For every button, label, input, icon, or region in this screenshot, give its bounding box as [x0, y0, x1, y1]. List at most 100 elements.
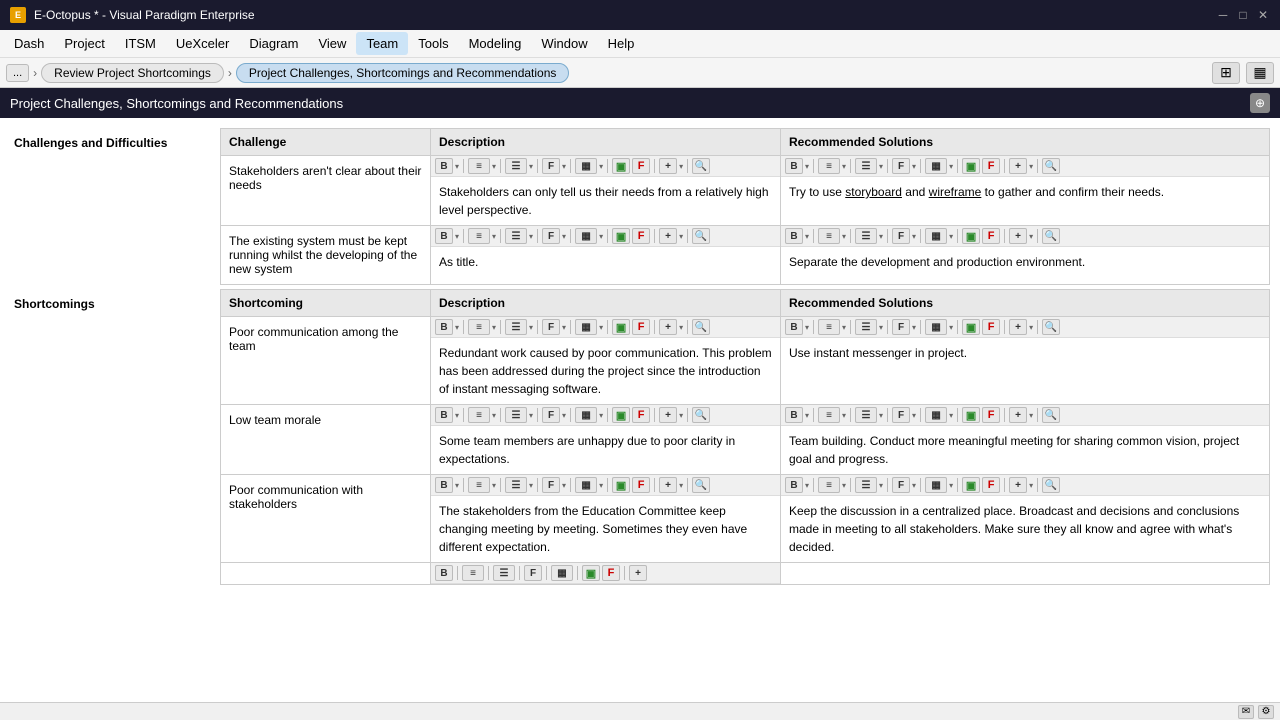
sa1[interactable]: ≡ — [468, 319, 490, 335]
sf4[interactable]: F — [524, 565, 542, 581]
srs1[interactable]: 🔍 — [1042, 319, 1060, 335]
sf3[interactable]: F — [542, 477, 560, 493]
menu-itsm[interactable]: ITSM — [115, 32, 166, 55]
list-btn-r2[interactable]: ☰ — [855, 228, 877, 244]
format-red-button[interactable]: F — [632, 158, 650, 174]
desc-content-2[interactable]: As title. — [431, 247, 780, 277]
sp4[interactable]: + — [629, 565, 647, 581]
sg4[interactable]: ▣ — [582, 565, 600, 581]
format-red-btn[interactable]: F — [632, 228, 650, 244]
sfr2[interactable]: F — [632, 407, 650, 423]
sp1[interactable]: + — [659, 319, 677, 335]
st4[interactable]: ▦ — [551, 565, 573, 581]
srfr2[interactable]: F — [982, 407, 1000, 423]
srp3[interactable]: + — [1009, 477, 1027, 493]
ss3[interactable]: 🔍 — [692, 477, 710, 493]
list-btn[interactable]: ☰ — [505, 228, 527, 244]
sfr3[interactable]: F — [632, 477, 650, 493]
srl3[interactable]: ☰ — [855, 477, 877, 493]
sp3[interactable]: + — [659, 477, 677, 493]
srl1[interactable]: ☰ — [855, 319, 877, 335]
ss1[interactable]: 🔍 — [692, 319, 710, 335]
settings-icon[interactable]: ⚙ — [1258, 705, 1274, 719]
bold-button-r[interactable]: B — [785, 158, 803, 174]
mail-icon[interactable]: ✉ — [1238, 705, 1254, 719]
sl2[interactable]: ☰ — [505, 407, 527, 423]
sf1[interactable]: F — [542, 319, 560, 335]
table-button-r[interactable]: ▦ — [925, 158, 947, 174]
format-red-btn-r2[interactable]: F — [982, 228, 1000, 244]
bold-button[interactable]: B — [435, 158, 453, 174]
font-button-r[interactable]: F — [892, 158, 910, 174]
srf3[interactable]: F — [892, 477, 910, 493]
menu-project[interactable]: Project — [54, 32, 114, 55]
sb1[interactable]: B — [435, 319, 453, 335]
font-btn-r2[interactable]: F — [892, 228, 910, 244]
breadcrumb-icon-grid[interactable]: ⊞ — [1212, 62, 1240, 84]
sb2[interactable]: B — [435, 407, 453, 423]
add-green-btn-r2[interactable]: ▣ — [962, 228, 980, 244]
align-button[interactable]: ≡ — [468, 158, 490, 174]
minimize-button[interactable]: ─ — [1216, 8, 1230, 22]
table-btn-r2[interactable]: ▦ — [925, 228, 947, 244]
sg3[interactable]: ▣ — [612, 477, 630, 493]
sb4[interactable]: B — [435, 565, 453, 581]
rec-content-1[interactable]: Try to use storyboard and wireframe to g… — [781, 177, 1269, 207]
search-button[interactable]: 🔍 — [692, 158, 710, 174]
search-btn-r2[interactable]: 🔍 — [1042, 228, 1060, 244]
breadcrumb-item-2[interactable]: Project Challenges, Shortcomings and Rec… — [236, 63, 570, 83]
sl1[interactable]: ☰ — [505, 319, 527, 335]
menu-modeling[interactable]: Modeling — [459, 32, 532, 55]
srf2[interactable]: F — [892, 407, 910, 423]
sb3[interactable]: B — [435, 477, 453, 493]
sra1[interactable]: ≡ — [818, 319, 840, 335]
srec-content-2[interactable]: Team building. Conduct more meaningful m… — [781, 426, 1269, 474]
menu-dash[interactable]: Dash — [4, 32, 54, 55]
sdesc-content-2[interactable]: Some team members are unhappy due to poo… — [431, 426, 780, 474]
menu-team[interactable]: Team — [356, 32, 408, 55]
search-button-r[interactable]: 🔍 — [1042, 158, 1060, 174]
srs3[interactable]: 🔍 — [1042, 477, 1060, 493]
menu-window[interactable]: Window — [531, 32, 597, 55]
srfr1[interactable]: F — [982, 319, 1000, 335]
maximize-button[interactable]: □ — [1236, 8, 1250, 22]
menu-help[interactable]: Help — [598, 32, 645, 55]
srf1[interactable]: F — [892, 319, 910, 335]
menu-view[interactable]: View — [308, 32, 356, 55]
add-green-button-r[interactable]: ▣ — [962, 158, 980, 174]
table-button[interactable]: ▦ — [575, 158, 597, 174]
sfr1[interactable]: F — [632, 319, 650, 335]
font-button[interactable]: F — [542, 158, 560, 174]
sf2[interactable]: F — [542, 407, 560, 423]
format-red-button-r[interactable]: F — [982, 158, 1000, 174]
plus-button-r[interactable]: + — [1009, 158, 1027, 174]
menu-tools[interactable]: Tools — [408, 32, 458, 55]
search-btn[interactable]: 🔍 — [692, 228, 710, 244]
srg1[interactable]: ▣ — [962, 319, 980, 335]
breadcrumb-icon-list[interactable]: ▦ — [1246, 62, 1274, 84]
plus-btn[interactable]: + — [659, 228, 677, 244]
desc-content-1[interactable]: Stakeholders can only tell us their need… — [431, 177, 780, 225]
srl2[interactable]: ☰ — [855, 407, 877, 423]
sra2[interactable]: ≡ — [818, 407, 840, 423]
rec-content-2[interactable]: Separate the development and production … — [781, 247, 1269, 277]
menu-diagram[interactable]: Diagram — [239, 32, 308, 55]
sl4[interactable]: ☰ — [493, 565, 515, 581]
add-green-btn[interactable]: ▣ — [612, 228, 630, 244]
sp2[interactable]: + — [659, 407, 677, 423]
srb3[interactable]: B — [785, 477, 803, 493]
sa3[interactable]: ≡ — [468, 477, 490, 493]
srt1[interactable]: ▦ — [925, 319, 947, 335]
srb2[interactable]: B — [785, 407, 803, 423]
srt3[interactable]: ▦ — [925, 477, 947, 493]
st2[interactable]: ▦ — [575, 407, 597, 423]
sl3[interactable]: ☰ — [505, 477, 527, 493]
plus-button[interactable]: + — [659, 158, 677, 174]
sa2[interactable]: ≡ — [468, 407, 490, 423]
st3[interactable]: ▦ — [575, 477, 597, 493]
plus-btn-r2[interactable]: + — [1009, 228, 1027, 244]
table-btn[interactable]: ▦ — [575, 228, 597, 244]
list-button-r[interactable]: ☰ — [855, 158, 877, 174]
sg1[interactable]: ▣ — [612, 319, 630, 335]
srp1[interactable]: + — [1009, 319, 1027, 335]
